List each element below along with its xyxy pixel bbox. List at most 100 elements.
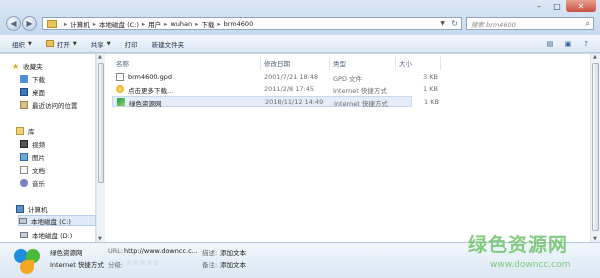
breadcrumb-users[interactable]: 用户 xyxy=(148,19,161,29)
file-size: 1 KB xyxy=(424,98,439,106)
details-url-label: URL: xyxy=(108,247,124,255)
scrollbar-thumb[interactable] xyxy=(592,63,599,231)
file-row-selected[interactable]: 绿色资源网 2018/11/12 14:49 Internet 快捷方式 1 K… xyxy=(112,96,439,108)
details-remark-value[interactable]: 添加文本 xyxy=(220,259,246,269)
disk-icon xyxy=(20,231,28,238)
breadcrumb-downloads[interactable]: 下载 xyxy=(201,19,214,29)
column-size-header[interactable]: 大小 xyxy=(399,58,412,68)
nav-computer-label: 计算机 xyxy=(28,205,48,214)
help-icon[interactable]: ? xyxy=(580,39,592,49)
file-size: 1 KB xyxy=(423,85,438,93)
back-button[interactable]: ◀ xyxy=(6,16,21,31)
nav-library-label: 库 xyxy=(28,127,35,136)
nav-videos[interactable]: 视频 xyxy=(20,138,45,149)
details-url-value[interactable]: http://www.downcc.c... xyxy=(124,247,198,255)
file-row[interactable]: brm4600.gpd 2001/7/21 18:48 GPD 文件 3 KB xyxy=(112,72,438,83)
open-button[interactable]: 打开 ▼ xyxy=(45,39,77,49)
forward-button[interactable]: ▶ xyxy=(22,16,37,31)
nav-library[interactable]: 库 xyxy=(16,125,35,136)
column-divider[interactable] xyxy=(260,56,261,70)
nav-music[interactable]: 音乐 xyxy=(20,177,45,188)
nav-favorites[interactable]: ★ 收藏夹 xyxy=(12,60,43,71)
scroll-up-icon[interactable]: ▲ xyxy=(98,54,102,60)
nav-computer[interactable]: 计算机 xyxy=(16,203,48,214)
minimize-icon[interactable]: – xyxy=(530,0,548,12)
file-name: 绿色资源网 xyxy=(129,100,162,108)
nav-pictures[interactable]: 图片 xyxy=(20,151,45,162)
nav-music-label: 音乐 xyxy=(32,179,45,188)
file-row[interactable]: 点击更多下载... 2011/2/8 17:45 Internet 快捷方式 1… xyxy=(112,84,438,95)
file-date: 2001/7/21 18:48 xyxy=(264,73,319,81)
new-folder-button[interactable]: 新建文件夹 xyxy=(152,39,185,49)
nav-pictures-label: 图片 xyxy=(32,153,45,162)
music-icon xyxy=(20,178,28,187)
nav-videos-label: 视频 xyxy=(32,140,45,149)
breadcrumb-disk-c[interactable]: 本地磁盘 (C:) xyxy=(99,19,139,29)
view-options-icon[interactable]: ▤ xyxy=(544,39,556,49)
maximize-icon[interactable]: □ xyxy=(548,0,566,12)
organize-label: 组织 xyxy=(12,40,25,49)
share-label: 共享 xyxy=(90,40,104,49)
window-controls: – □ ✕ xyxy=(530,0,596,13)
nav-recent[interactable]: 最近访问的位置 xyxy=(20,99,78,110)
print-button[interactable]: 打印 xyxy=(125,39,138,49)
star-icon[interactable]: ☆ xyxy=(153,259,160,267)
details-remark-label: 备注: xyxy=(202,261,218,269)
preview-pane-icon[interactable]: ▣ xyxy=(562,39,574,49)
disk-icon xyxy=(19,217,27,224)
file-list-scrollbar[interactable]: ▲ ▼ xyxy=(590,54,600,242)
internet-shortcut-icon xyxy=(116,85,124,93)
refresh-icon[interactable]: ↻ xyxy=(451,19,458,28)
details-desc-label: 描述: xyxy=(202,249,218,257)
column-divider[interactable] xyxy=(395,56,396,70)
rating-stars[interactable]: ☆☆☆☆☆ xyxy=(126,259,160,267)
breadcrumb-separator-icon: ▸ xyxy=(92,19,97,28)
address-dropdown-icon[interactable]: ▼ xyxy=(440,20,445,27)
nav-recent-label: 最近访问的位置 xyxy=(32,101,78,110)
breadcrumb-brm4600[interactable]: brm4600 xyxy=(224,20,254,28)
search-icon[interactable]: ⌕ xyxy=(586,19,590,29)
file-icon xyxy=(116,73,124,81)
view-controls: ▤ ▣ ? xyxy=(538,39,592,49)
file-name: brm4600.gpd xyxy=(128,73,173,81)
column-divider[interactable] xyxy=(329,56,330,70)
nav-disk-d[interactable]: 本地磁盘 (D:) xyxy=(20,229,72,240)
star-icon[interactable]: ☆ xyxy=(133,259,140,267)
column-name-header[interactable]: 名称 xyxy=(116,58,129,68)
nav-downloads[interactable]: 下载 xyxy=(20,73,45,84)
print-label: 打印 xyxy=(124,40,138,49)
breadcrumb-wuhan[interactable]: wuhan xyxy=(170,20,192,28)
breadcrumb-separator-icon: ▸ xyxy=(164,19,168,28)
breadcrumb-separator-icon: ▸ xyxy=(217,19,221,28)
navigation-pane xyxy=(0,54,96,242)
scroll-up-icon[interactable]: ▲ xyxy=(593,54,597,60)
scrollbar-thumb[interactable] xyxy=(98,63,104,183)
share-button[interactable]: 共享 ▼ xyxy=(91,39,111,49)
nav-desktop-label: 桌面 xyxy=(32,88,45,97)
column-divider[interactable] xyxy=(440,56,441,70)
chevron-down-icon: ▼ xyxy=(72,40,77,47)
breadcrumb-separator-icon: ▸ xyxy=(141,19,146,28)
nav-documents[interactable]: 文档 xyxy=(20,164,45,175)
chevron-down-icon: ▼ xyxy=(28,40,32,47)
details-desc-value[interactable]: 添加文本 xyxy=(220,247,246,257)
navigation-scrollbar[interactable]: ▲ ▼ xyxy=(96,54,105,242)
column-type-header[interactable]: 类型 xyxy=(333,58,346,68)
shortcut-large-icon xyxy=(12,247,42,275)
chevron-down-icon: ▼ xyxy=(106,40,111,47)
nav-disk-c-label: 本地磁盘 (C:) xyxy=(31,217,71,226)
address-bar[interactable]: ▸ 计算机 ▸ 本地磁盘 (C:) ▸ 用户 ▸ wuhan ▸ 下载 ▸ br… xyxy=(42,17,462,30)
close-icon[interactable]: ✕ xyxy=(566,0,596,12)
nav-disk-c[interactable]: 本地磁盘 (C:) xyxy=(18,215,96,226)
star-icon[interactable]: ☆ xyxy=(126,259,133,267)
organize-button[interactable]: 组织 ▼ xyxy=(12,39,32,49)
star-icon: ★ xyxy=(12,61,20,71)
column-date-header[interactable]: 修改日期 xyxy=(264,58,290,68)
file-size: 3 KB xyxy=(423,73,438,81)
new-folder-label: 新建文件夹 xyxy=(151,40,185,49)
search-input[interactable]: 搜索 brm4600 ⌕ xyxy=(466,17,594,30)
file-type: Internet 快捷方式 xyxy=(334,100,388,108)
nav-desktop[interactable]: 桌面 xyxy=(20,86,45,97)
nav-downloads-label: 下载 xyxy=(32,75,45,84)
breadcrumb-computer[interactable]: 计算机 xyxy=(70,19,90,29)
